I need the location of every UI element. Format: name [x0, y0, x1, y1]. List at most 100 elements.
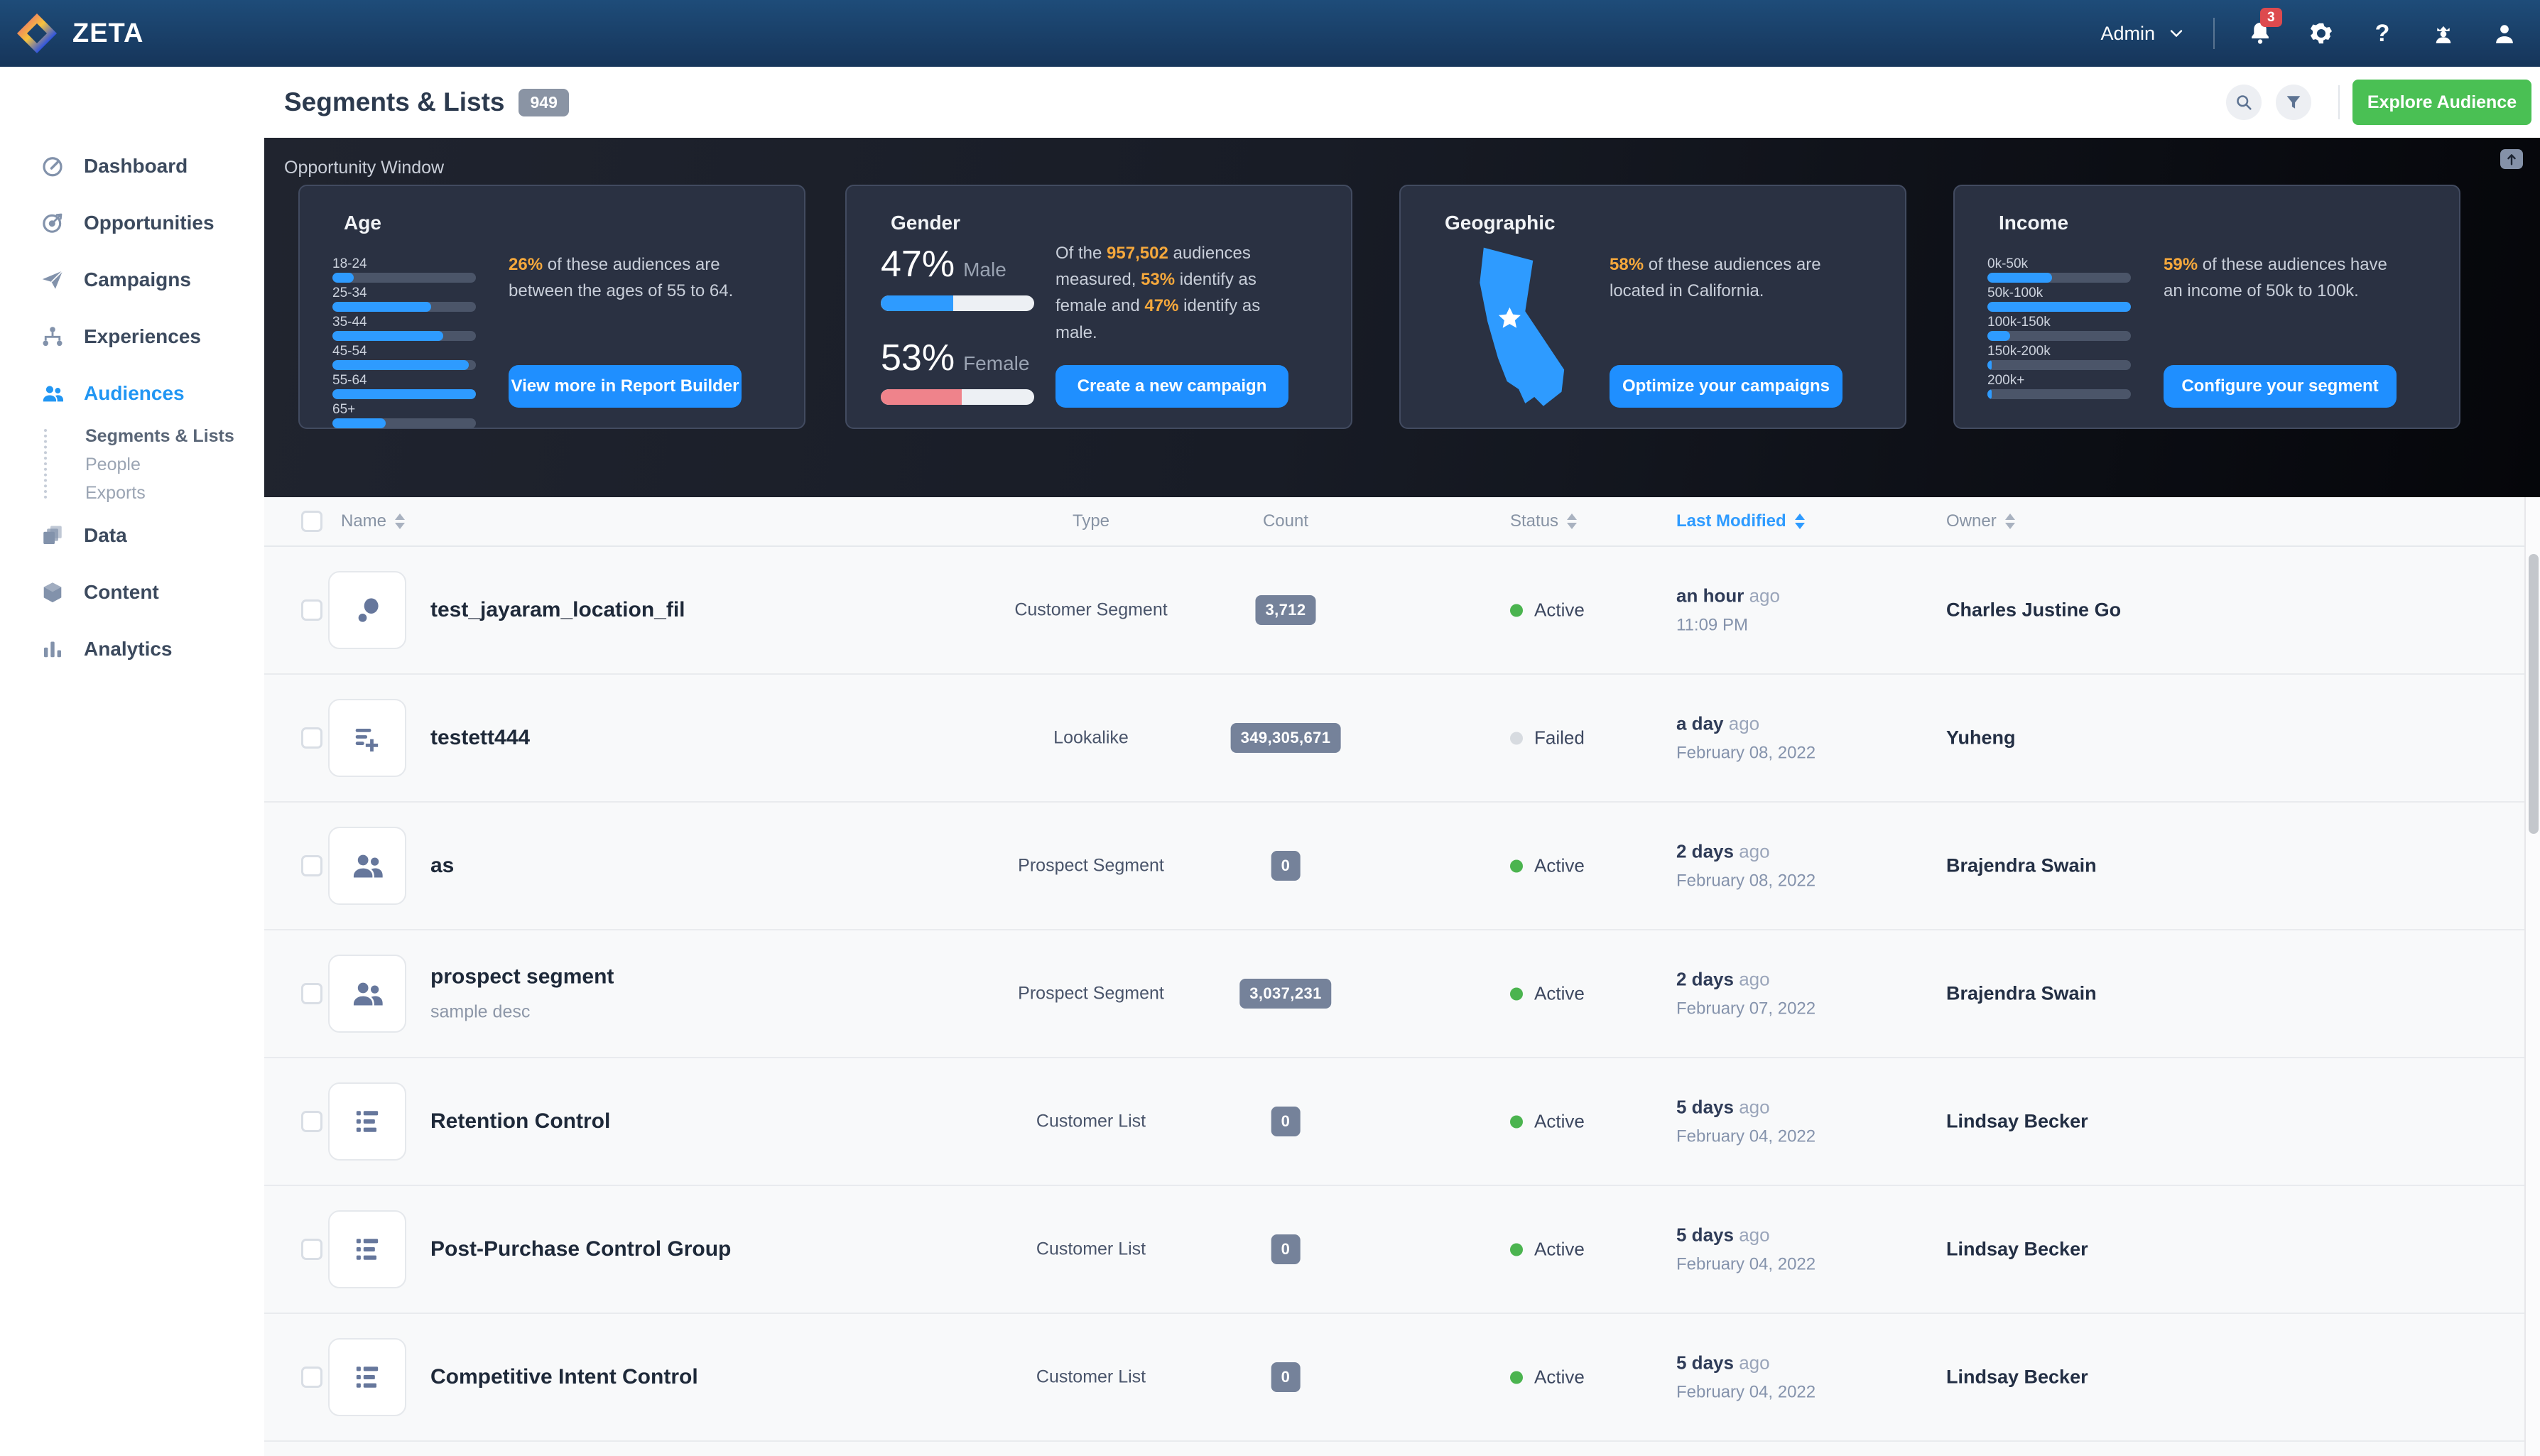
sidebar-subitem-exports[interactable]: Exports	[85, 479, 264, 507]
count-badge: 3,037,231	[1239, 979, 1332, 1009]
status-dot	[1510, 859, 1523, 872]
table-row[interactable]: Retention Control Customer List 0 Active…	[264, 1058, 2540, 1186]
scrollbar-track[interactable]	[2524, 497, 2540, 1456]
segment-name-block: test_jayaram_location_fil	[430, 598, 685, 622]
notification-count-badge: 3	[2260, 8, 2282, 27]
admin-profile-button[interactable]	[2428, 18, 2459, 49]
filter-icon	[2286, 96, 2301, 109]
table-row[interactable]: as Prospect Segment 0 Active 2 days ago …	[264, 803, 2540, 930]
table-row[interactable]: Competitive Intent Control Customer List…	[264, 1314, 2540, 1442]
last-modified-cell: 2 days ago February 07, 2022	[1676, 968, 1816, 1018]
sidebar-item-dashboard[interactable]: Dashboard	[0, 138, 264, 195]
sidebar-item-audiences[interactable]: Audiences	[0, 365, 264, 422]
status-label: Active	[1534, 854, 1585, 876]
user-profile-button[interactable]	[2489, 18, 2520, 49]
sidebar-subitem-segments-lists[interactable]: Segments & Lists	[85, 422, 264, 450]
column-header-name[interactable]: Name	[341, 511, 406, 531]
create-campaign-button[interactable]: Create a new campaign	[1055, 365, 1288, 408]
sidebar-item-campaigns[interactable]: Campaigns	[0, 251, 264, 308]
status-label: Failed	[1534, 727, 1585, 749]
bar-row: 100k-150k	[1987, 315, 2131, 341]
row-checkbox[interactable]	[301, 1111, 322, 1132]
row-checkbox[interactable]	[301, 599, 322, 621]
age-card-title: Age	[344, 212, 381, 234]
notifications-button[interactable]: 3	[2245, 8, 2282, 49]
segment-type: Customer Segment	[1014, 599, 1168, 620]
sidebar-subnav: Segments & Lists People Exports	[0, 422, 264, 507]
status-cell: Active	[1510, 1239, 1585, 1261]
brand[interactable]: ZETA	[0, 13, 143, 53]
sidebar: Dashboard Opportunities Campaigns Experi…	[0, 67, 264, 1456]
table-row[interactable]: Post-Purchase Control Group Customer Lis…	[264, 1186, 2540, 1314]
sidebar-nav: Dashboard Opportunities Campaigns Experi…	[0, 67, 264, 678]
row-checkbox[interactable]	[301, 855, 322, 876]
row-checkbox[interactable]	[301, 1239, 322, 1260]
table-row[interactable]: prospect segment sample desc Prospect Se…	[264, 930, 2540, 1058]
select-all-checkbox[interactable]	[301, 511, 322, 532]
column-header-last-modified[interactable]: Last Modified	[1676, 511, 1805, 531]
segment-type: Customer List	[1036, 1367, 1146, 1387]
row-checkbox[interactable]	[301, 727, 322, 749]
sidebar-item-opportunities[interactable]: Opportunities	[0, 195, 264, 251]
list-icon	[328, 1338, 406, 1416]
status-label: Active	[1534, 1238, 1585, 1260]
owner-name: Lindsay Becker	[1946, 1366, 2088, 1388]
sort-icon	[1567, 514, 1578, 529]
table-row[interactable]: test_jayaram_location_fil Customer Segme…	[264, 547, 2540, 675]
income-card: Income 0k-50k 50k-100k 100k-150k 150k-20…	[1953, 185, 2460, 429]
scatter-icon	[328, 571, 406, 649]
help-button[interactable]: ?	[2367, 18, 2398, 49]
filter-button[interactable]	[2276, 85, 2311, 120]
column-header-count: Count	[1262, 511, 1309, 531]
settings-button[interactable]	[2306, 18, 2337, 49]
age-bars-chart: 18-24 25-34 35-44 45-54 55-64 65+	[332, 257, 476, 432]
table-row[interactable]: testett444 Lookalike 349,305,671 Failed …	[264, 675, 2540, 803]
nav-right-cluster: Admin 3 ?	[2100, 0, 2540, 67]
segment-type: Lookalike	[1053, 727, 1129, 748]
sidebar-item-content[interactable]: Content	[0, 564, 264, 621]
optimize-campaigns-button[interactable]: Optimize your campaigns	[1610, 365, 1842, 408]
user-crown-icon	[2436, 26, 2451, 43]
status-cell: Active	[1510, 983, 1585, 1005]
bar-row: 18-24	[332, 257, 476, 283]
owner-name: Lindsay Becker	[1946, 1110, 2088, 1132]
status-cell: Active	[1510, 1367, 1585, 1389]
column-header-owner[interactable]: Owner	[1946, 511, 2015, 531]
brand-name: ZETA	[72, 18, 144, 48]
segments-table: Name Type Count Status Last Modified Owner te…	[264, 497, 2540, 1456]
last-modified-detail: February 07, 2022	[1676, 999, 1816, 1018]
cube-icon	[40, 580, 65, 605]
segment-name: Retention Control	[430, 1109, 611, 1133]
next-row-partial	[264, 1442, 2540, 1455]
search-button[interactable]	[2226, 85, 2262, 120]
row-checkbox[interactable]	[301, 983, 322, 1004]
header-divider	[2338, 85, 2340, 119]
explore-audience-button[interactable]: Explore Audience	[2352, 80, 2531, 125]
configure-segment-button[interactable]: Configure your segment	[2164, 365, 2397, 408]
collapse-panel-button[interactable]	[2500, 149, 2523, 169]
scrollbar-thumb[interactable]	[2529, 554, 2539, 834]
sort-icon	[2004, 514, 2015, 529]
male-percent: 47%	[881, 244, 955, 285]
sidebar-item-data[interactable]: Data	[0, 507, 264, 564]
sidebar-item-experiences[interactable]: Experiences	[0, 308, 264, 365]
row-checkbox[interactable]	[301, 1367, 322, 1388]
column-header-status[interactable]: Status	[1510, 511, 1578, 531]
people-icon	[40, 381, 65, 406]
bar-chart-icon	[40, 636, 65, 662]
count-badge: 0	[1271, 1234, 1301, 1264]
list-icon	[328, 1082, 406, 1161]
owner-name: Lindsay Becker	[1946, 1238, 2088, 1260]
segment-name-block: Competitive Intent Control	[430, 1365, 698, 1389]
california-shape	[1480, 247, 1565, 406]
female-label: Female	[963, 352, 1030, 374]
view-report-builder-button[interactable]: View more in Report Builder	[509, 365, 742, 408]
target-icon	[40, 210, 65, 236]
income-bars-chart: 0k-50k 50k-100k 100k-150k 150k-200k 200k…	[1987, 257, 2131, 403]
sidebar-item-analytics[interactable]: Analytics	[0, 621, 264, 678]
gender-insight-text: Of the 957,502 audiences measured, 53% i…	[1055, 244, 1261, 342]
sidebar-subitem-people[interactable]: People	[85, 450, 264, 479]
admin-menu[interactable]: Admin	[2100, 23, 2185, 45]
segment-name-block: as	[430, 854, 454, 878]
income-card-title: Income	[1999, 212, 2069, 234]
